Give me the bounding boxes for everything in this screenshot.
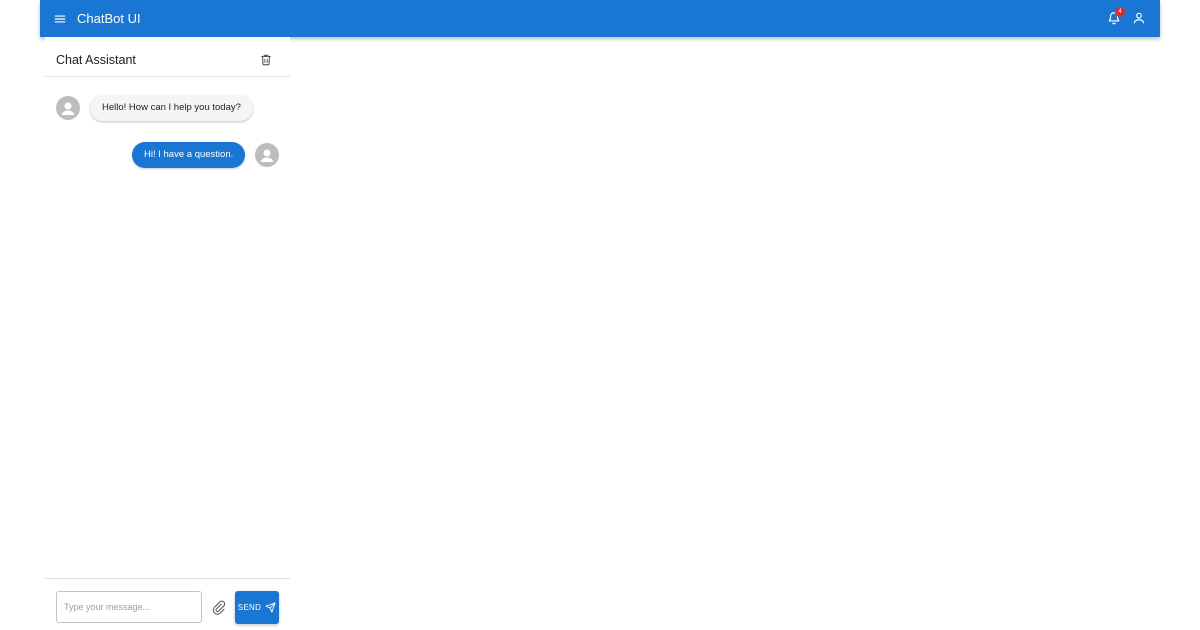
menu-icon [54,15,66,23]
app-title: ChatBot UI [77,11,141,26]
menu-button[interactable] [46,5,74,33]
chat-panel: Chat Assistant Hello! How can I help you… [45,37,290,630]
message-composer: SEND [45,578,290,630]
chat-app: ChatBot UI 4 Chat Assistant Hello! How c… [40,0,1160,630]
attach-button[interactable] [209,598,227,616]
user-icon [1133,12,1145,24]
person-icon [260,149,274,162]
send-button[interactable]: SEND [235,591,279,624]
message-input[interactable] [56,591,202,623]
notifications-button[interactable]: 4 [1103,5,1125,31]
chat-header: Chat Assistant [45,37,290,77]
bot-avatar [56,96,80,120]
account-button[interactable] [1127,6,1151,30]
bot-message: Hello! How can I help you today? [90,95,253,121]
send-label: SEND [237,603,262,612]
user-avatar [255,143,279,167]
clear-chat-button[interactable] [256,50,276,70]
send-icon [265,602,276,613]
app-bar: ChatBot UI 4 [40,0,1160,37]
notification-badge: 4 [1115,7,1125,17]
paperclip-icon [212,600,225,615]
person-icon [61,102,75,115]
user-message: Hi! I have a question. [132,142,246,168]
trash-icon [261,54,271,66]
chat-title: Chat Assistant [56,53,136,67]
